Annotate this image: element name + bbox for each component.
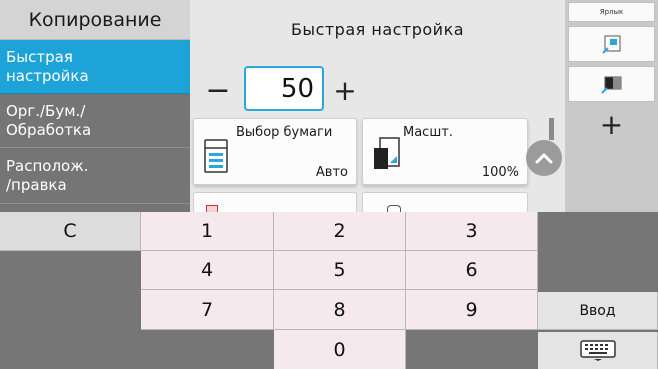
function-icon	[206, 205, 218, 212]
key-7[interactable]: 7	[141, 290, 274, 330]
key-5[interactable]: 5	[274, 251, 406, 290]
nav-item-label: Обработка	[6, 120, 92, 139]
key-4[interactable]: 4	[141, 251, 274, 290]
nav-item-label: Располож.	[6, 156, 89, 175]
shortcut-button-1[interactable]	[568, 26, 655, 62]
shortcut-label: Ярлык	[568, 2, 655, 22]
shortcut-document-icon	[601, 35, 620, 54]
nav-item-layout-edit[interactable]: Располож. /правка	[0, 148, 190, 204]
card-label: Масшт.	[403, 125, 453, 140]
scroll-up-button[interactable]	[526, 140, 562, 176]
key-1[interactable]: 1	[141, 212, 274, 251]
zoom-icon	[374, 137, 400, 169]
shortcut-color-icon	[600, 76, 621, 94]
clear-key[interactable]: C	[0, 212, 141, 251]
increase-copies-button[interactable]: +	[326, 70, 364, 110]
key-6[interactable]: 6	[406, 251, 538, 290]
nav-item-label: настройка	[6, 66, 89, 85]
paper-selection-card[interactable]: Выбор бумаги Авто	[193, 118, 357, 185]
key-3[interactable]: 3	[406, 212, 538, 251]
key-8[interactable]: 8	[274, 290, 406, 330]
nav-item-quick-setup[interactable]: Быстрая настройка	[0, 40, 190, 94]
scrollbar-thumb[interactable]	[549, 118, 554, 140]
enter-key[interactable]: Ввод	[538, 292, 658, 330]
shortcut-button-2[interactable]	[568, 66, 655, 102]
key-0[interactable]: 0	[274, 330, 406, 369]
app-title: Копирование	[0, 0, 190, 40]
page-title: Быстрая настройка	[290, 20, 465, 39]
key-2[interactable]: 2	[274, 212, 406, 251]
nav-item-label: /правка	[6, 175, 67, 194]
key-9[interactable]: 9	[406, 290, 538, 330]
card-label: Выбор бумаги	[236, 125, 333, 140]
copies-input[interactable]: 50	[244, 66, 324, 111]
zoom-card[interactable]: Масшт. 100%	[362, 118, 528, 185]
keyboard-icon	[579, 339, 616, 361]
card-value: 100%	[481, 165, 519, 180]
add-shortcut-button[interactable]: +	[568, 104, 655, 144]
paper-tray-icon	[204, 139, 228, 173]
decrease-copies-button[interactable]: −	[196, 70, 240, 110]
nav-item-org-paper-finishing[interactable]: Орг./Бум./ Обработка	[0, 94, 190, 148]
nav-item-label: Быстрая	[6, 47, 73, 66]
keyboard-toggle-button[interactable]	[538, 332, 658, 369]
nav-item-label: Орг./Бум./	[6, 101, 86, 120]
chevron-up-icon	[535, 153, 553, 164]
card-value: Авто	[315, 165, 348, 180]
nav-footer	[0, 204, 190, 212]
